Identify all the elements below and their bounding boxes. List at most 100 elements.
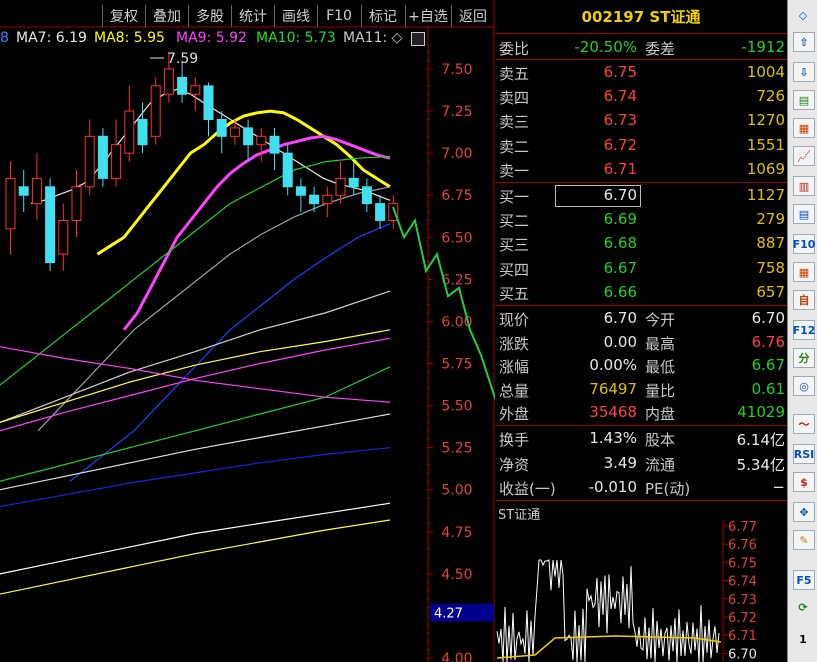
sidebar-icon-2[interactable]: ⇩ [793, 62, 815, 82]
weibi-row: 委比 -20.50% 委差 -1912 [499, 38, 785, 58]
sidebar-icon-0[interactable]: ◇ [793, 6, 813, 24]
stock-title: 002197 ST证通 [581, 8, 701, 26]
sidebar-icon-15[interactable]: RSI [793, 444, 815, 464]
sidebar-icon-20[interactable]: ⟳ [793, 598, 813, 616]
stat2-1-l2: 流通 [645, 455, 676, 474]
ma-legend-item-5: MA11: ◇ [343, 30, 403, 46]
sidebar-icon-12[interactable]: 分 [793, 348, 815, 368]
ask-row-1: 卖四 6.74 726 [495, 85, 787, 109]
y-tick-label-7: 5.75 [441, 357, 472, 373]
sidebar-icon-6[interactable]: ▥ [793, 176, 815, 196]
candle-body-26 [348, 177, 359, 188]
toolbar-button-0[interactable]: 复权 [102, 5, 145, 27]
stat-row-4: 外盘 35468 内盘 41029 [495, 401, 787, 425]
sidebar-icon-1[interactable]: ⇧ [793, 32, 815, 52]
ask-row-2-label: 卖三 [499, 113, 530, 132]
mini-chart[interactable]: 6.77 6.76 6.75 6.74 6.73 6.72 6.71 6.70 [495, 520, 787, 662]
bid-row-2-price: 6.68 [603, 234, 637, 253]
candle-body-21 [282, 152, 293, 188]
bid-row-3: 买四 6.67 758 [495, 257, 787, 281]
sidebar-icon-14[interactable]: 〜 [793, 414, 815, 434]
stat2-2-l1: 收益(一) [499, 480, 556, 498]
sidebar-icon-10[interactable]: 自 [793, 290, 815, 310]
candle-body-4 [58, 219, 69, 255]
sidebar-icon-5[interactable]: 📈 [793, 146, 815, 166]
candle-body-9 [124, 110, 135, 154]
toolbar-button-4[interactable]: 画线 [274, 5, 317, 27]
stat2-row-0: 换手 1.43% 股本 6.14亿 [495, 427, 787, 451]
mini-tick-label-2: 6.75 [728, 556, 757, 571]
bid-row-2: 买三 6.68 887 [495, 232, 787, 256]
toolbar-button-8[interactable]: 返回 [451, 5, 494, 27]
sidebar-icon-4[interactable]: ▦ [793, 118, 815, 138]
separator [495, 305, 787, 306]
candle-body-0 [5, 177, 16, 230]
kline-chart[interactable]: 7.507.257.006.756.506.256.005.755.505.25… [0, 0, 495, 662]
toolbar-button-6[interactable]: 标记 [361, 5, 404, 27]
bid-row-1-price: 6.69 [603, 210, 637, 229]
candle-body-22 [295, 186, 306, 196]
candle-body-14 [190, 85, 201, 95]
sidebar-icon-9[interactable]: ▦ [793, 262, 815, 282]
legend-toggle-icon[interactable] [411, 32, 425, 46]
candle-body-3 [45, 186, 56, 264]
candle-body-7 [97, 135, 108, 179]
sidebar-icon-16[interactable]: $ [793, 472, 815, 492]
stat2-row-2: 收益(一) -0.010 PE(动) − [495, 476, 787, 500]
bid-row-0-vol: 1127 [746, 186, 785, 204]
stat-2-l2: 最低 [645, 358, 676, 377]
separator [495, 59, 787, 60]
separator [495, 425, 787, 426]
stat2-1-l1: 净资 [499, 455, 530, 474]
sidebar-icon-13[interactable]: ◎ [793, 376, 815, 396]
separator [495, 182, 787, 183]
sidebar-icon-17[interactable]: ✥ [793, 502, 815, 522]
mini-tick-label-6: 6.71 [728, 629, 757, 644]
sidebar-icon-11[interactable]: F12 [793, 320, 815, 340]
ask-row-0-label: 卖五 [499, 65, 530, 83]
sidebar-icon-3[interactable]: ▤ [793, 90, 815, 110]
stat2-2-v1: -0.010 [588, 478, 637, 496]
ask-row-3-price: 6.72 [603, 135, 637, 154]
sidebar-icon-18[interactable]: ✎ [793, 530, 815, 550]
ma-legend-item-1: MA7: 6.19 [16, 30, 87, 46]
sidebar-icon-19[interactable]: F5 [793, 570, 815, 590]
candle-body-24 [322, 194, 333, 205]
candle-body-25 [335, 177, 346, 196]
toolbar-button-2[interactable]: 多股 [188, 5, 231, 27]
stat2-0-l1: 换手 [499, 431, 530, 449]
ma-legend-item-3: MA9: 5.92 [176, 30, 247, 46]
ask-row-3-vol: 1551 [746, 135, 785, 154]
quote-panel: 002197 ST证通 委比 -20.50% 委差 -1912 卖五 6.75 10… [495, 0, 787, 662]
candle-body-19 [256, 135, 267, 146]
ask-row-4-label: 卖一 [499, 161, 530, 180]
bid-row-0-label: 买一 [499, 188, 530, 206]
bid-row-1-vol: 279 [756, 210, 785, 229]
candle-body-16 [216, 118, 227, 137]
y-tick-label-12: 4.50 [441, 567, 472, 583]
toolbar-button-7[interactable]: +自选 [405, 5, 450, 27]
toolbar-button-3[interactable]: 统计 [231, 5, 274, 27]
bid-row-4: 买五 6.66 657 [495, 281, 787, 305]
ask-row-4: 卖一 6.71 1069 [495, 158, 787, 182]
sidebar-icon-8[interactable]: F10 [793, 234, 815, 254]
toolbar-button-5[interactable]: F10 [317, 5, 360, 27]
stat-row-3: 总量 76497 量比 0.61 [495, 378, 787, 402]
sidebar-icon-21[interactable]: 1 [793, 630, 813, 648]
candle-body-11 [150, 85, 161, 137]
separator [495, 500, 787, 501]
ask-row-1-vol: 726 [756, 87, 785, 106]
candle-body-27 [361, 186, 372, 205]
ask-row-3: 卖二 6.72 1551 [495, 134, 787, 158]
bid-row-3-price: 6.67 [603, 258, 637, 277]
sidebar-icon-7[interactable]: ▤ [793, 204, 815, 224]
toolbar-button-1[interactable]: 叠加 [145, 5, 188, 27]
ma-legend-item-0: 8 [0, 30, 9, 46]
candle-body-6 [84, 135, 95, 188]
stat-2-v2: 6.67 [751, 356, 785, 375]
stat-2-l1: 涨幅 [499, 358, 530, 377]
y-tick-label-8: 5.50 [441, 399, 472, 415]
stat-3-l1: 总量 [499, 381, 530, 400]
stat-row-2: 涨幅 0.00% 最低 6.67 [495, 354, 787, 378]
stat-3-v1: 76497 [589, 379, 637, 398]
